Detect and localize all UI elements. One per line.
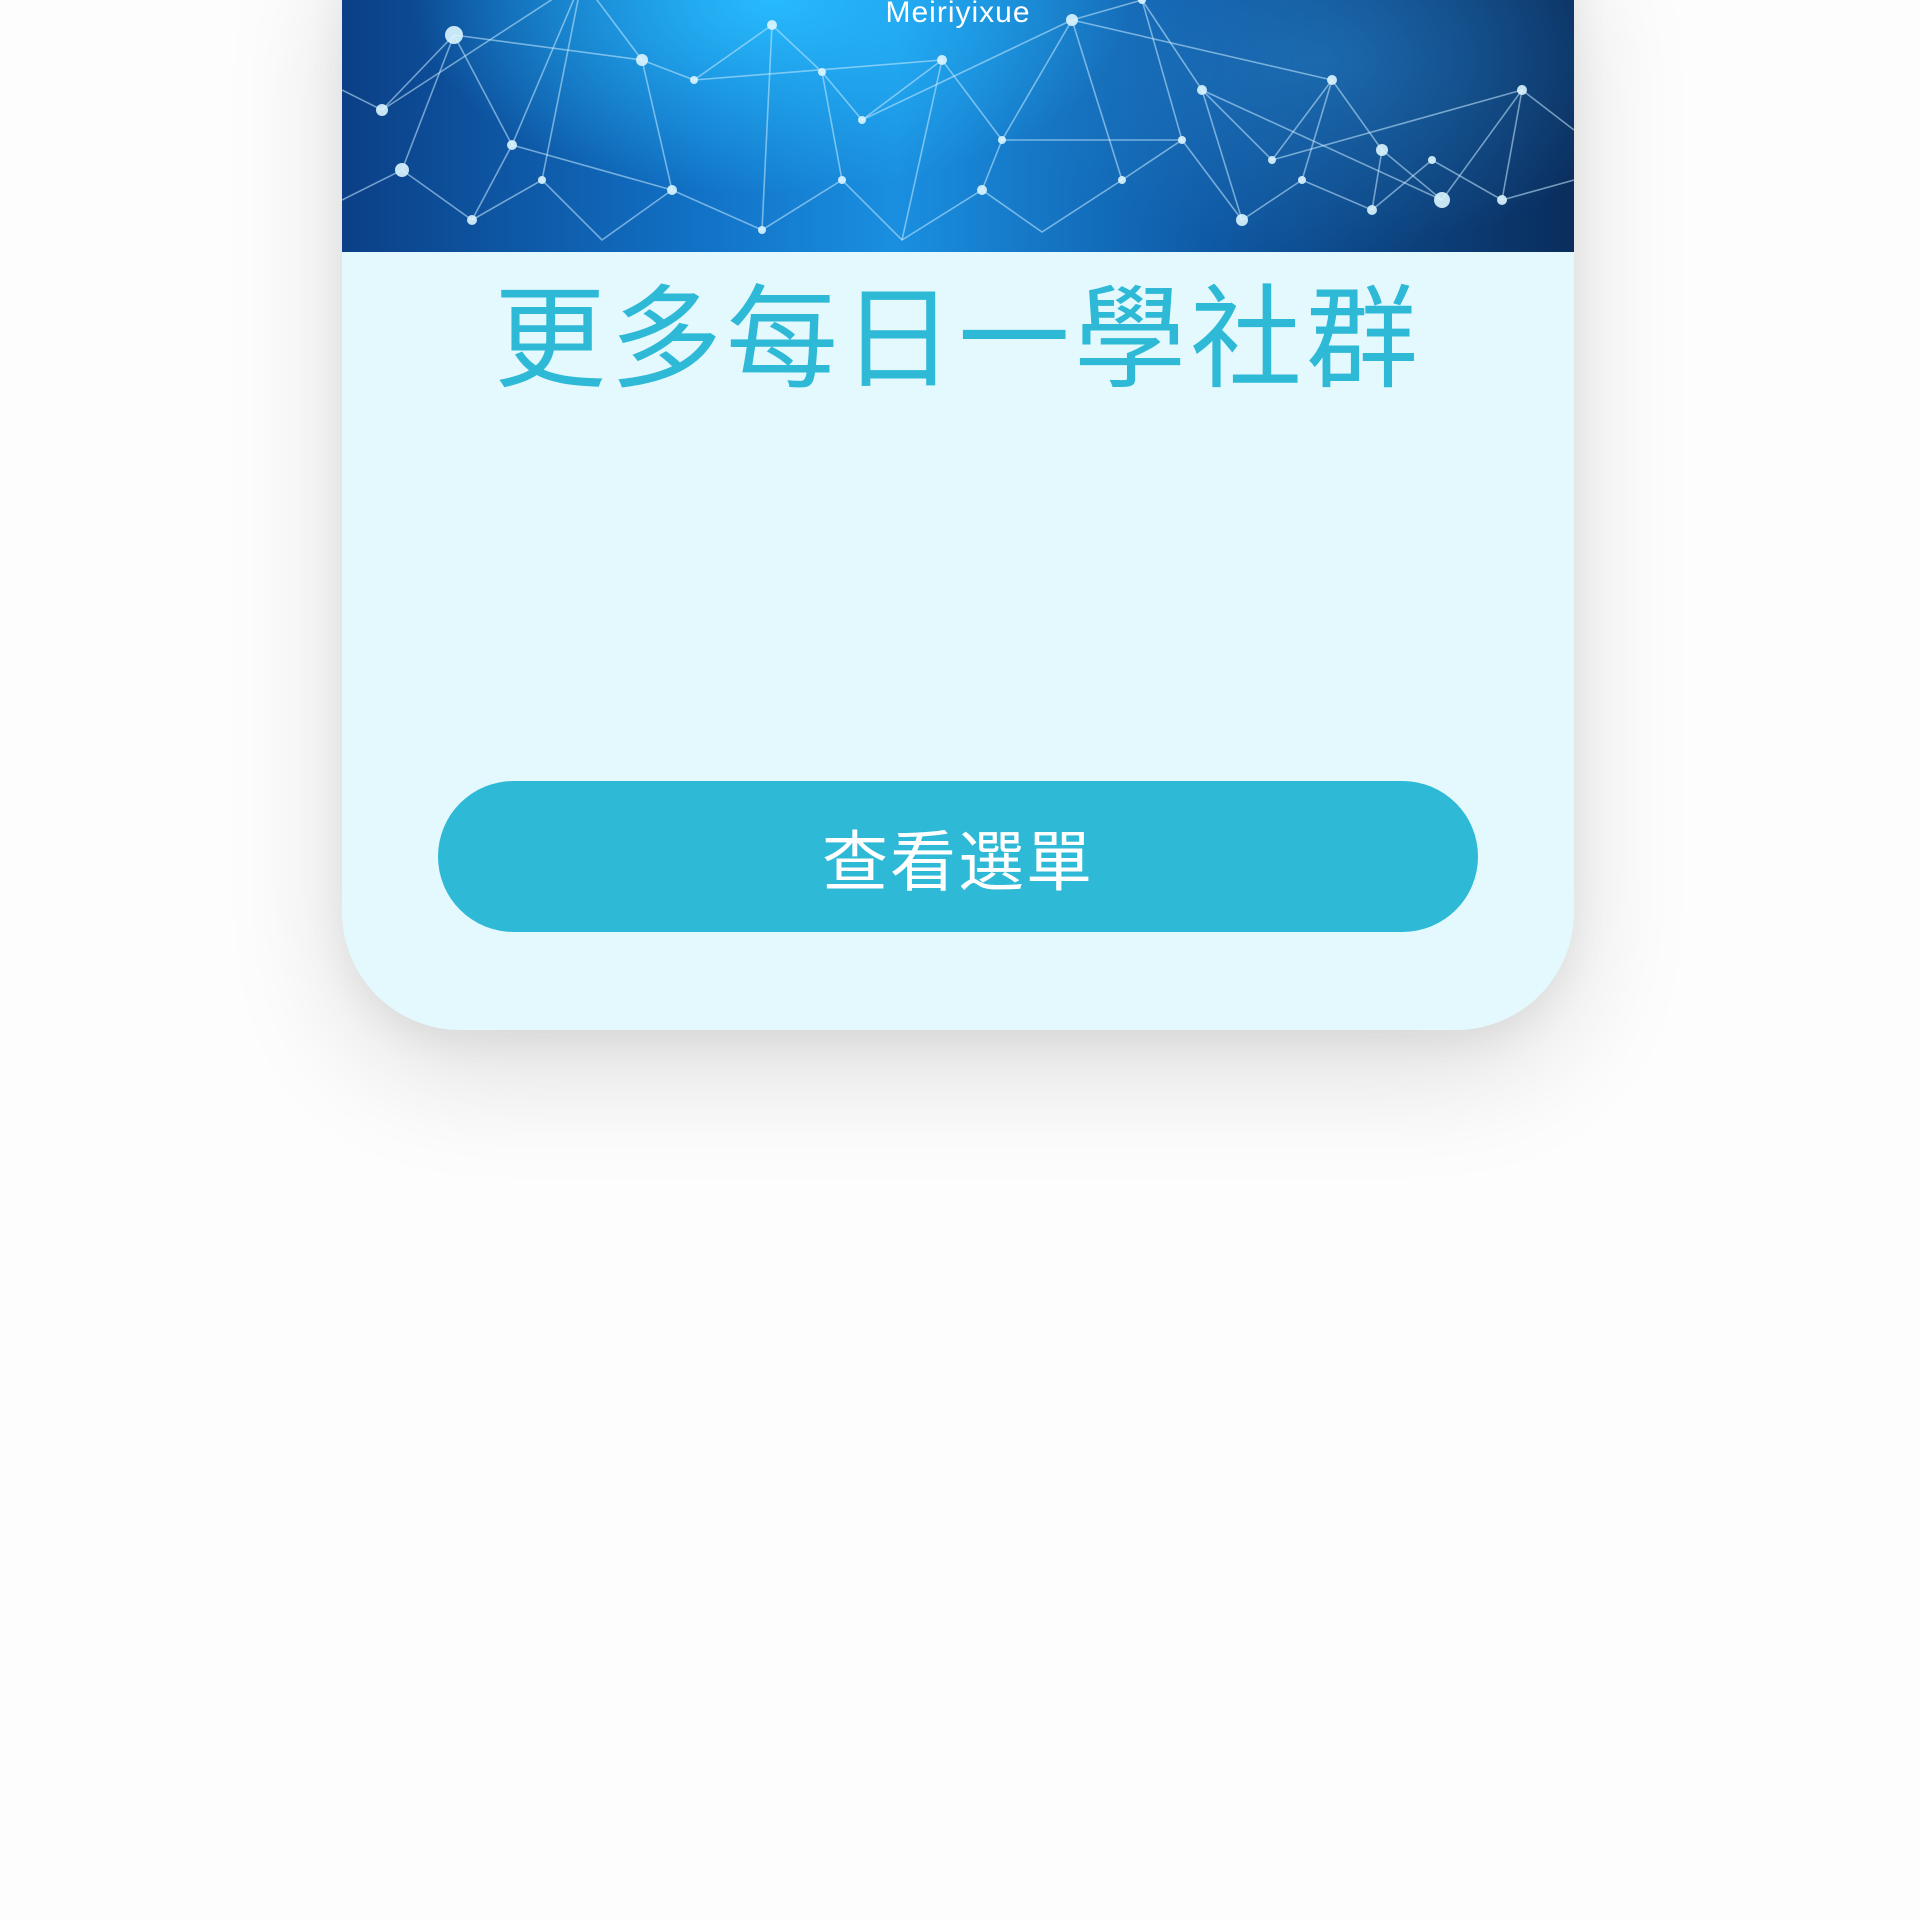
view-menu-button[interactable]: 查看選單 bbox=[438, 781, 1478, 932]
view-menu-button-label: 查看選單 bbox=[822, 823, 1094, 901]
network-pattern bbox=[342, 0, 1574, 242]
community-card: Meiriyixue 更多每日一學社群 查看選單 bbox=[342, 0, 1574, 1030]
page-title: 更多每日一學社群 bbox=[494, 275, 1422, 405]
brand-text: Meiriyixue bbox=[885, 0, 1031, 29]
banner-image: Meiriyixue bbox=[342, 0, 1574, 252]
page: Meiriyixue 更多每日一學社群 查看選單 bbox=[0, 0, 1920, 1920]
